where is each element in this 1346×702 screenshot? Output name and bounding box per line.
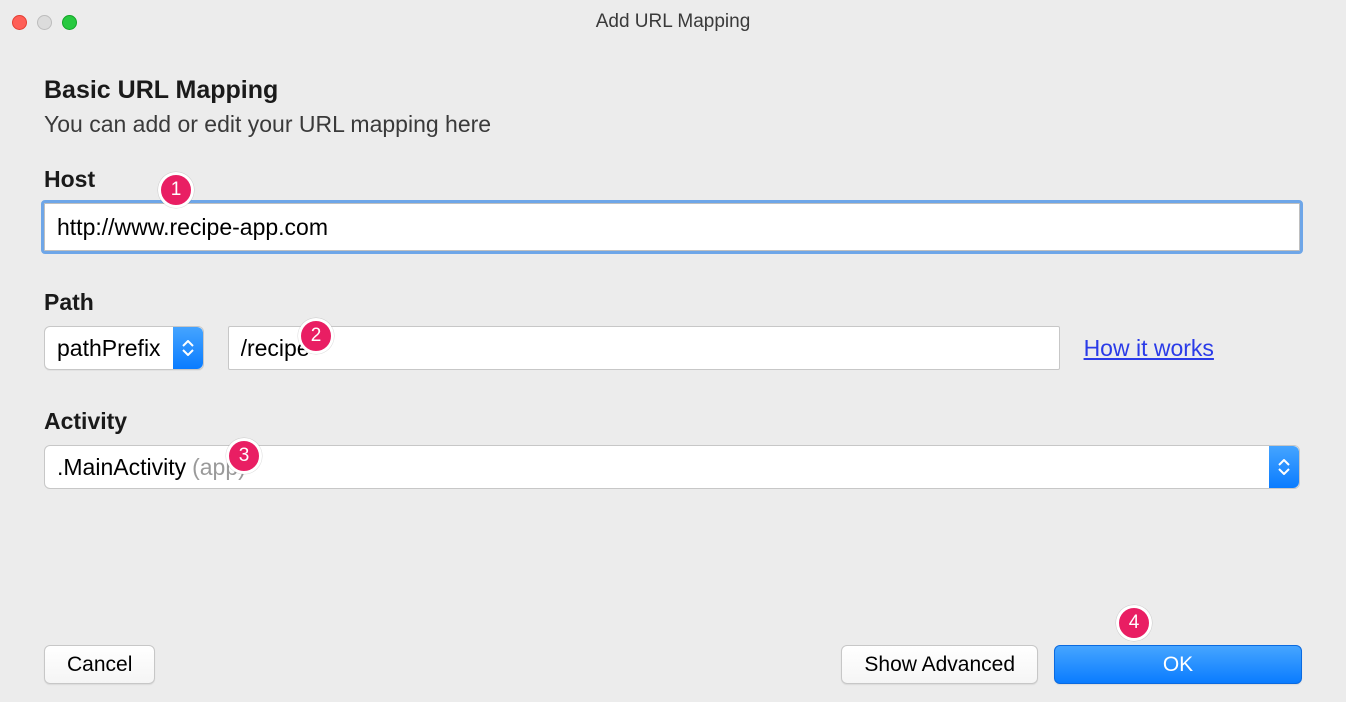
annotation-badge-1: 1 [158, 172, 194, 208]
window-title: Add URL Mapping [0, 11, 1346, 33]
chevron-updown-icon [1269, 446, 1299, 488]
path-type-selected: pathPrefix [57, 335, 161, 362]
close-window-button[interactable] [12, 15, 27, 30]
chevron-updown-icon [173, 327, 203, 369]
path-value-input[interactable] [228, 326, 1060, 370]
cancel-button[interactable]: Cancel [44, 645, 155, 684]
host-input[interactable] [44, 203, 1300, 251]
window-titlebar: Add URL Mapping [0, 0, 1346, 44]
activity-selected-name: .MainActivity [57, 454, 186, 481]
window-controls [12, 15, 77, 30]
host-label: Host [44, 166, 95, 193]
how-it-works-link[interactable]: How it works [1084, 335, 1214, 362]
activity-label: Activity [44, 408, 127, 435]
path-label: Path [44, 289, 94, 316]
dialog-footer: Cancel Show Advanced OK [44, 645, 1302, 684]
minimize-window-button [37, 15, 52, 30]
show-advanced-button[interactable]: Show Advanced [841, 645, 1038, 684]
annotation-badge-4: 4 [1116, 605, 1152, 641]
page-title: Basic URL Mapping [44, 76, 1302, 105]
zoom-window-button[interactable] [62, 15, 77, 30]
ok-button[interactable]: OK [1054, 645, 1302, 684]
annotation-badge-2: 2 [298, 318, 334, 354]
path-type-select[interactable]: pathPrefix [44, 326, 204, 370]
page-subtitle: You can add or edit your URL mapping her… [44, 111, 1302, 138]
annotation-badge-3: 3 [226, 438, 262, 474]
